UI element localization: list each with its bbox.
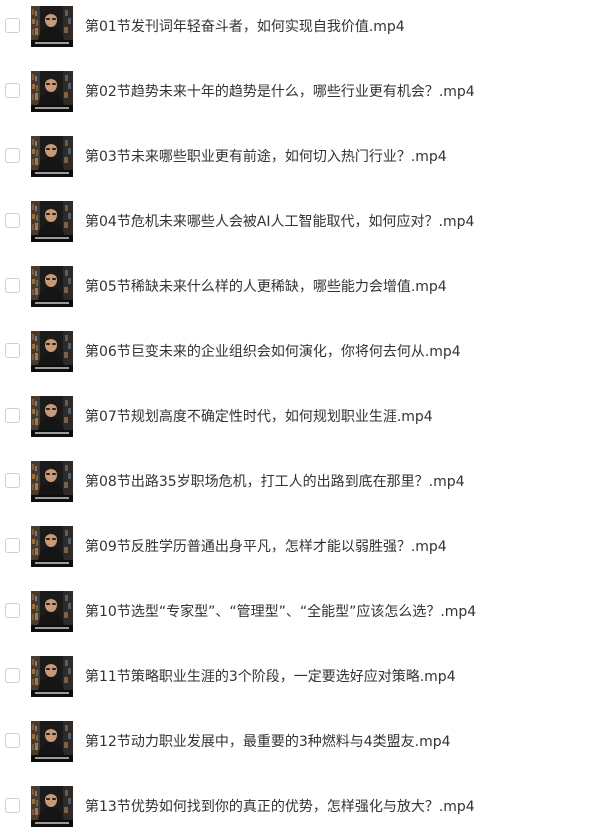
file-checkbox[interactable] xyxy=(5,798,20,813)
file-name[interactable]: 第04节危机未来哪些人会被AI人工智能取代，如何应对？.mp4 xyxy=(85,213,474,231)
video-thumbnail[interactable] xyxy=(31,526,73,567)
video-thumbnail[interactable] xyxy=(31,136,73,177)
video-thumbnail[interactable] xyxy=(31,201,73,242)
file-row[interactable]: 第04节危机未来哪些人会被AI人工智能取代，如何应对？.mp4 xyxy=(0,201,590,249)
file-name[interactable]: 第02节趋势未来十年的趋势是什么，哪些行业更有机会？.mp4 xyxy=(85,83,475,101)
video-thumbnail[interactable] xyxy=(31,396,73,437)
video-thumbnail[interactable] xyxy=(31,461,73,502)
video-thumbnail[interactable] xyxy=(31,6,73,47)
file-name[interactable]: 第03节未来哪些职业更有前途，如何切入热门行业？.mp4 xyxy=(85,148,447,166)
file-row[interactable]: 第07节规划高度不确定性时代，如何规划职业生涯.mp4 xyxy=(0,396,590,444)
file-checkbox[interactable] xyxy=(5,668,20,683)
file-row[interactable]: 第11节策略职业生涯的3个阶段，一定要选好应对策略.mp4 xyxy=(0,656,590,704)
file-row[interactable]: 第03节未来哪些职业更有前途，如何切入热门行业？.mp4 xyxy=(0,136,590,184)
file-checkbox[interactable] xyxy=(5,473,20,488)
file-name[interactable]: 第06节巨变未来的企业组织会如何演化，你将何去何从.mp4 xyxy=(85,343,461,361)
video-thumbnail[interactable] xyxy=(31,786,73,827)
video-thumbnail[interactable] xyxy=(31,71,73,112)
file-name[interactable]: 第10节选型“专家型”、“管理型”、“全能型”应该怎么选？.mp4 xyxy=(85,603,476,621)
file-name[interactable]: 第01节发刊词年轻奋斗者，如何实现自我价值.mp4 xyxy=(85,18,405,36)
video-thumbnail[interactable] xyxy=(31,721,73,762)
file-name[interactable]: 第05节稀缺未来什么样的人更稀缺，哪些能力会增值.mp4 xyxy=(85,278,447,296)
file-name[interactable]: 第07节规划高度不确定性时代，如何规划职业生涯.mp4 xyxy=(85,408,433,426)
file-checkbox[interactable] xyxy=(5,733,20,748)
file-checkbox[interactable] xyxy=(5,408,20,423)
file-checkbox[interactable] xyxy=(5,83,20,98)
file-checkbox[interactable] xyxy=(5,278,20,293)
file-row[interactable]: 第08节出路35岁职场危机，打工人的出路到底在那里？.mp4 xyxy=(0,461,590,509)
file-name[interactable]: 第08节出路35岁职场危机，打工人的出路到底在那里？.mp4 xyxy=(85,473,465,491)
file-row[interactable]: 第05节稀缺未来什么样的人更稀缺，哪些能力会增值.mp4 xyxy=(0,266,590,314)
file-name[interactable]: 第13节优势如何找到你的真正的优势，怎样强化与放大？.mp4 xyxy=(85,798,475,816)
file-checkbox[interactable] xyxy=(5,343,20,358)
video-thumbnail[interactable] xyxy=(31,656,73,697)
file-checkbox[interactable] xyxy=(5,603,20,618)
file-name[interactable]: 第09节反胜学历普通出身平凡，怎样才能以弱胜强？.mp4 xyxy=(85,538,447,556)
file-checkbox[interactable] xyxy=(5,148,20,163)
video-thumbnail[interactable] xyxy=(31,266,73,307)
video-thumbnail[interactable] xyxy=(31,331,73,372)
file-name[interactable]: 第11节策略职业生涯的3个阶段，一定要选好应对策略.mp4 xyxy=(85,668,456,686)
video-thumbnail[interactable] xyxy=(31,591,73,632)
file-checkbox[interactable] xyxy=(5,213,20,228)
file-name[interactable]: 第12节动力职业发展中，最重要的3种燃料与4类盟友.mp4 xyxy=(85,733,451,751)
file-row[interactable]: 第01节发刊词年轻奋斗者，如何实现自我价值.mp4 xyxy=(0,6,590,54)
file-row[interactable]: 第02节趋势未来十年的趋势是什么，哪些行业更有机会？.mp4 xyxy=(0,71,590,119)
file-checkbox[interactable] xyxy=(5,538,20,553)
file-row[interactable]: 第10节选型“专家型”、“管理型”、“全能型”应该怎么选？.mp4 xyxy=(0,591,590,639)
file-row[interactable]: 第09节反胜学历普通出身平凡，怎样才能以弱胜强？.mp4 xyxy=(0,526,590,574)
file-row[interactable]: 第06节巨变未来的企业组织会如何演化，你将何去何从.mp4 xyxy=(0,331,590,379)
file-row[interactable]: 第12节动力职业发展中，最重要的3种燃料与4类盟友.mp4 xyxy=(0,721,590,769)
file-row[interactable]: 第13节优势如何找到你的真正的优势，怎样强化与放大？.mp4 xyxy=(0,786,590,834)
file-checkbox[interactable] xyxy=(5,18,20,33)
file-list: 第01节发刊词年轻奋斗者，如何实现自我价值.mp4 第02节趋势未来十年的趋势是… xyxy=(0,0,590,827)
